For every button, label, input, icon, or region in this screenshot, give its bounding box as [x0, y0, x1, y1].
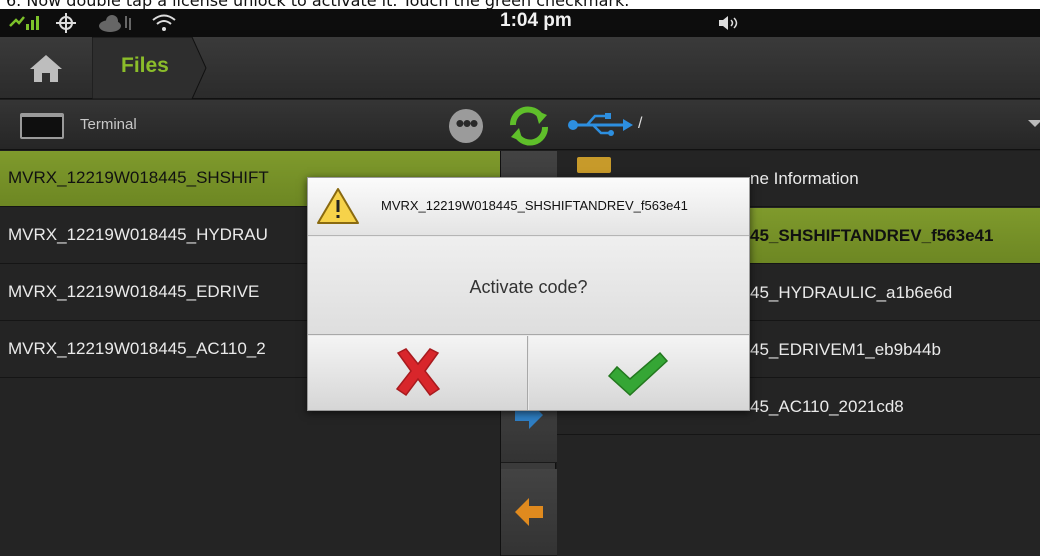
more-button[interactable]: •••: [449, 109, 483, 143]
volume-icon: [719, 16, 738, 30]
cancel-button[interactable]: [308, 336, 528, 410]
folder-icon: [577, 157, 611, 173]
list-item-label: 45_EDRIVEM1_eb9b44b: [750, 340, 941, 359]
list-item-label: 45_SHSHIFTANDREV_f563e41: [750, 226, 994, 245]
cloud-sync-icon: [99, 15, 131, 32]
confirm-button[interactable]: [529, 336, 749, 410]
device-screen: 1:04 pm Files Terminal ••• / MVRX_12219W…: [0, 9, 1040, 556]
dropdown-icon[interactable]: [1028, 120, 1040, 127]
refresh-icon[interactable]: [505, 105, 553, 147]
source-label[interactable]: Terminal: [80, 116, 137, 133]
list-item-label: 45_HYDRAULIC_a1b6e6d: [750, 283, 953, 302]
path-label: /: [638, 115, 643, 132]
red-x-icon: [395, 348, 441, 397]
dialog-message: Activate code?: [469, 277, 588, 297]
home-button[interactable]: [0, 37, 92, 99]
signal-icon: [9, 16, 39, 30]
dialog-header: MVRX_12219W018445_SHSHIFTANDREV_f563e41: [308, 178, 749, 236]
clock: 1:04 pm: [500, 10, 572, 31]
status-bar: 1:04 pm: [0, 9, 1040, 37]
usb-icon[interactable]: [565, 111, 633, 139]
warning-icon: [317, 188, 359, 224]
list-item-label: 45_AC110_2021cd8: [750, 397, 904, 416]
activate-code-dialog: MVRX_12219W018445_SHSHIFTANDREV_f563e41 …: [307, 177, 750, 411]
files-breadcrumb-label[interactable]: Files: [121, 54, 169, 78]
green-checkmark-icon: [607, 351, 669, 397]
terminal-icon[interactable]: [20, 113, 64, 139]
dialog-title: MVRX_12219W018445_SHSHIFTANDREV_f563e41: [381, 198, 688, 213]
copy-left-arrow-icon: [515, 498, 543, 526]
instruction-caption: 6. Now double tap a license unlock to ac…: [6, 0, 1040, 9]
dialog-body: Activate code?: [308, 237, 749, 335]
list-item-label: ne Information: [750, 169, 859, 188]
more-icon: •••: [455, 108, 478, 138]
toolbar: Terminal ••• /: [0, 100, 1040, 150]
copy-left-button[interactable]: [501, 469, 557, 556]
home-icon: [30, 55, 62, 82]
network-icon: [56, 13, 76, 33]
wifi-icon: [152, 14, 176, 31]
nav-bar: Files: [0, 37, 1040, 99]
